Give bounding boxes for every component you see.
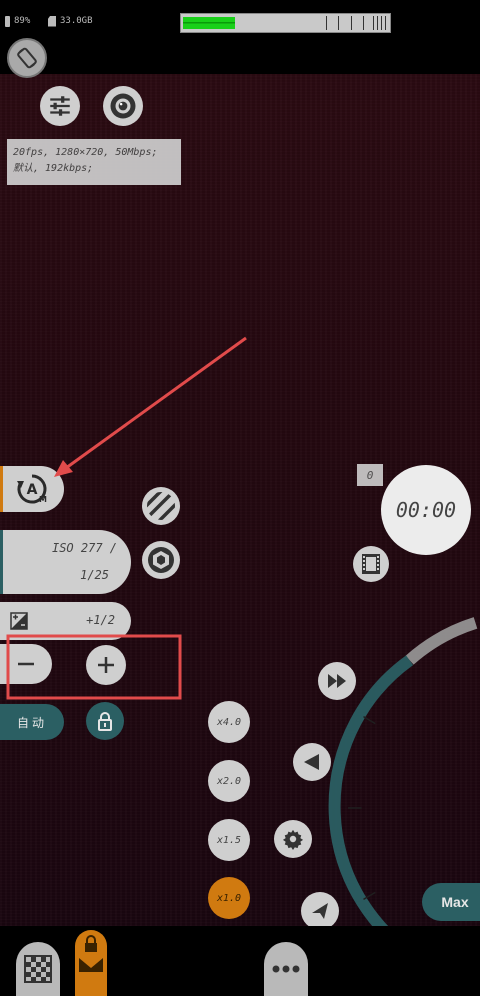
battery-text: 89% bbox=[14, 16, 31, 26]
audio-settings-line-2: 默认, 192kbps; bbox=[13, 163, 94, 174]
storage-indicator: 33.0GB bbox=[48, 12, 93, 30]
aperture-icon bbox=[148, 547, 174, 573]
zebra-stripes-icon bbox=[147, 492, 175, 520]
ev-value: +1/2 bbox=[86, 613, 115, 627]
lock-mode-button[interactable] bbox=[75, 930, 107, 996]
more-dots-icon bbox=[272, 965, 300, 973]
screen-rotation-icon bbox=[17, 47, 37, 69]
auto-button-label: 自动 bbox=[16, 715, 47, 730]
zoom-4x-label: x4.0 bbox=[216, 716, 242, 728]
record-button[interactable]: 00:00 bbox=[381, 465, 471, 555]
exposure-compensation-panel[interactable]: +1/2 bbox=[0, 602, 131, 640]
clip-counter: 0 bbox=[357, 464, 383, 486]
gallery-button[interactable] bbox=[16, 942, 60, 996]
battery-icon bbox=[5, 15, 10, 27]
navigation-arrow-icon bbox=[312, 903, 328, 919]
fast-forward-icon bbox=[328, 674, 346, 688]
lens-icon bbox=[110, 93, 136, 119]
video-settings-info: 20fps, 1280×720, 50Mbps; 默认, 192kbps; bbox=[7, 139, 181, 185]
auto-manual-icon: A M bbox=[17, 474, 47, 504]
gear-settings-button[interactable] bbox=[274, 820, 312, 858]
play-left-icon bbox=[304, 754, 319, 770]
film-mode-button[interactable] bbox=[353, 546, 389, 582]
fast-forward-button[interactable] bbox=[318, 662, 356, 700]
gallery-grid-icon bbox=[24, 955, 52, 983]
auto-manual-mode-button[interactable]: A M bbox=[0, 466, 64, 512]
rewind-triangle-button[interactable] bbox=[293, 743, 331, 781]
zebra-stripes-button[interactable] bbox=[142, 487, 180, 525]
bottom-bar bbox=[0, 926, 480, 996]
shutter-value: 1/25 bbox=[80, 568, 109, 582]
iso-value: ISO 277 / bbox=[51, 541, 117, 555]
zoom-1x-label: x1.0 bbox=[216, 892, 242, 904]
max-zoom-label: Max bbox=[441, 894, 469, 910]
battery-indicator: 89% bbox=[5, 12, 30, 30]
exposure-lock-button[interactable] bbox=[86, 702, 124, 740]
record-time: 00:00 bbox=[395, 498, 457, 522]
more-options-button[interactable] bbox=[264, 942, 308, 996]
iso-indicator bbox=[0, 530, 3, 594]
lock-icon bbox=[98, 712, 112, 731]
auto-manual-indicator bbox=[0, 466, 3, 512]
lens-switch-button[interactable] bbox=[103, 86, 143, 126]
gear-icon bbox=[282, 829, 304, 850]
max-zoom-button[interactable]: Max bbox=[422, 883, 480, 921]
zoom-1-5x-label: x1.5 bbox=[216, 834, 242, 846]
auto-button[interactable]: 自动 bbox=[0, 704, 64, 740]
zoom-2x-button[interactable]: x2.0 bbox=[208, 760, 250, 802]
clip-counter-label: 0 bbox=[366, 468, 374, 482]
direction-button[interactable] bbox=[301, 892, 339, 930]
exposure-icon bbox=[10, 612, 28, 630]
settings-sliders-button[interactable] bbox=[40, 86, 80, 126]
zoom-1-5x-button[interactable]: x1.5 bbox=[208, 819, 250, 861]
level-meter-ticks bbox=[181, 14, 390, 32]
svg-text:A: A bbox=[27, 482, 38, 498]
iso-shutter-panel[interactable]: ISO 277 / 1/25 bbox=[0, 530, 131, 594]
ev-plus-button[interactable] bbox=[86, 645, 126, 685]
rotate-button[interactable] bbox=[7, 38, 47, 78]
status-bar: 89% 33.0GB bbox=[0, 0, 480, 74]
minus-icon bbox=[18, 662, 34, 666]
zoom-1x-button[interactable]: x1.0 bbox=[208, 877, 250, 919]
video-settings-line-1: 20fps, 1280×720, 50Mbps; bbox=[13, 147, 158, 158]
level-meter bbox=[180, 13, 391, 33]
film-strip-icon bbox=[362, 554, 380, 574]
tune-sliders-icon bbox=[50, 96, 70, 116]
plus-icon bbox=[98, 657, 114, 673]
envelope-icon bbox=[79, 958, 103, 972]
zoom-4x-button[interactable]: x4.0 bbox=[208, 701, 250, 743]
aperture-button[interactable] bbox=[142, 541, 180, 579]
zoom-2x-label: x2.0 bbox=[216, 775, 242, 787]
storage-text: 33.0GB bbox=[60, 16, 93, 26]
sd-card-icon bbox=[48, 15, 56, 27]
padlock-icon bbox=[85, 935, 97, 952]
ev-minus-button[interactable] bbox=[0, 644, 52, 684]
svg-text:M: M bbox=[39, 495, 47, 504]
